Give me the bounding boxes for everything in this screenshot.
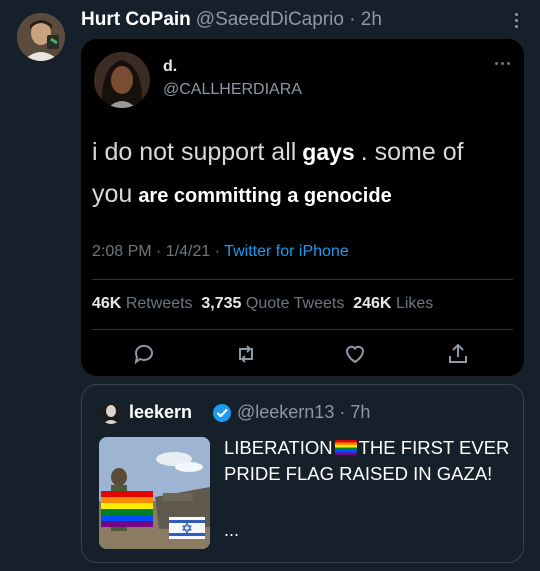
rainbow-flag-icon <box>334 440 357 455</box>
screenshot-text-line-2: you are committing a genocide <box>92 180 392 208</box>
reply-icon <box>129 339 159 369</box>
like-icon <box>340 339 370 369</box>
highlighted-word: gays <box>302 139 355 165</box>
screenshot-meta: 2:08 PM · 1/4/21 · Twitter for iPhone <box>92 243 349 260</box>
highlighted-phrase: are committing a genocide <box>138 185 392 207</box>
screenshot-avatar <box>94 52 150 108</box>
screenshot-name: d. <box>163 58 178 75</box>
quoted-ellipsis: ... <box>224 520 240 540</box>
tweet-time[interactable]: · 2h <box>349 9 382 30</box>
more-options-icon[interactable] <box>508 8 524 32</box>
tweet-header: Hurt CoPain @SaeedDiCaprio · 2h <box>81 8 524 32</box>
verified-badge-icon <box>213 404 231 422</box>
retweet-icon <box>231 339 261 369</box>
quoted-handle[interactable]: @leekern13 · 7h <box>237 402 370 423</box>
author-avatar[interactable] <box>17 13 65 61</box>
quoted-text: LIBERATION THE FIRST EVER PRIDE FLAG RAIS… <box>224 437 510 484</box>
share-icon <box>443 339 473 369</box>
attached-screenshot[interactable]: d. @CALLHERDIARA i do not support all gay… <box>81 39 524 376</box>
screenshot-more-icon <box>495 62 510 65</box>
screenshot-text-line-1: i do not support all gays. some of <box>92 138 464 166</box>
screenshot-stats: 46K Retweets 3,735 Quote Tweets 246K Lik… <box>92 295 434 312</box>
screenshot-handle: @CALLHERDIARA <box>163 81 302 98</box>
author-handle[interactable]: @SaeedDiCaprio · 2h <box>196 9 382 31</box>
quoted-avatar[interactable] <box>100 402 122 424</box>
quoted-media-thumbnail[interactable] <box>99 437 210 549</box>
quoted-name[interactable]: leekern <box>129 402 192 423</box>
author-name[interactable]: Hurt CoPain <box>81 9 191 31</box>
screenshot-actions <box>81 339 524 369</box>
quoted-tweet[interactable]: leekern @leekern13 · 7h LIBERATION THE F… <box>81 384 524 563</box>
divider <box>92 329 513 330</box>
divider <box>92 279 513 280</box>
